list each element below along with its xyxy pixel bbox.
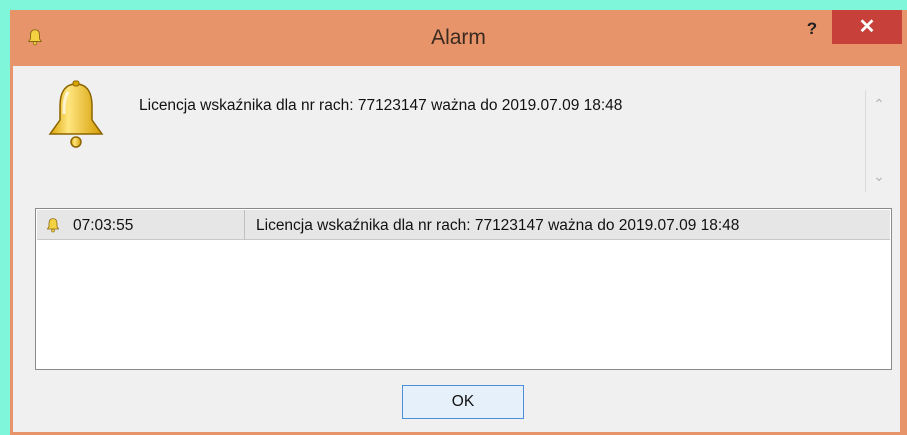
table-row[interactable]: 07:03:55 Licencja wskaźnika dla nr rach:… [37,210,890,240]
column-divider [244,210,245,239]
alarm-log-list[interactable]: 07:03:55 Licencja wskaźnika dla nr rach:… [35,208,892,370]
alarm-window: Alarm ? ✕ Licencja wskaźnika dla nr rach… [10,10,907,435]
scroll-down-icon[interactable]: ⌄ [871,168,887,184]
row-time: 07:03:55 [73,217,134,234]
ok-button[interactable]: OK [402,385,524,419]
bell-icon [48,80,104,148]
scrollbar[interactable] [865,90,866,192]
window-title: Alarm [431,26,486,49]
dialog-content: Licencja wskaźnika dla nr rach: 77123147… [13,66,900,432]
row-message: Licencja wskaźnika dla nr rach: 77123147… [256,217,740,234]
alert-message: Licencja wskaźnika dla nr rach: 77123147… [139,97,623,114]
title-bar[interactable]: Alarm ? ✕ [10,10,907,66]
help-button[interactable]: ? [797,16,827,42]
close-button[interactable]: ✕ [832,10,902,44]
bell-icon [46,218,60,233]
scroll-up-icon[interactable]: ⌃ [871,96,887,112]
